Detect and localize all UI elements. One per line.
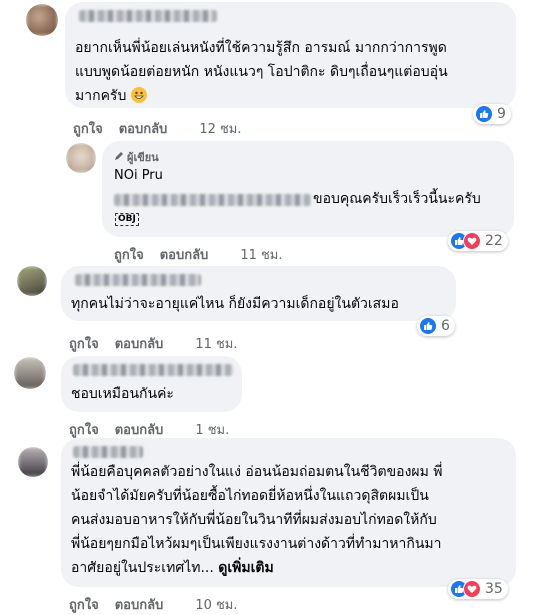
reaction-count: 9 — [497, 106, 506, 122]
pencil-icon — [114, 151, 124, 164]
comment-text: ชอบเหมือนกันค่ะ — [71, 386, 174, 402]
comment-text-line: มากครับ — [75, 88, 127, 104]
reply-button[interactable]: ตอบกลับ — [115, 333, 164, 354]
comment-text-line: พี่น้อยๆยกมือไหว้ผมๆเป็นเพียงแรงงานต่างด… — [71, 536, 442, 552]
comment-actions: ถูกใจ ตอบกลับ 11 ชม. — [114, 244, 299, 265]
object-tag: OBJ — [115, 213, 139, 226]
comment-text-line: อาศัยอยู่ในประเทศไท... ดูเพิ่มเติม — [71, 556, 274, 580]
like-button[interactable]: ถูกใจ — [69, 419, 99, 440]
reply-text: ขอบคุณครับเร็วเร็วนี้นะครับ — [313, 191, 481, 207]
avatar[interactable] — [18, 447, 48, 477]
see-more-link[interactable]: ดูเพิ่มเติม — [218, 560, 273, 576]
comment-time[interactable]: 11 ชม. — [195, 333, 237, 354]
author-avatar[interactable] — [66, 143, 96, 173]
commenter-name[interactable] — [75, 274, 201, 286]
thumbs-up-icon — [419, 317, 437, 335]
comment-actions: ถูกใจ ตอบกลับ 10 ชม. — [69, 594, 254, 615]
reply-button[interactable]: ตอบกลับ — [119, 118, 168, 139]
reaction-summary[interactable]: 9 — [473, 104, 511, 124]
thumbs-up-icon — [475, 105, 493, 123]
comment-text-line: แบบพูดน้อยต่อยหนัก หนังแนวๆ โอปาติกะ ดิบ… — [75, 64, 448, 80]
comment-actions: ถูกใจ ตอบกลับ 12 ชม. — [73, 118, 258, 139]
mentioned-name[interactable] — [114, 194, 311, 206]
reaction-summary[interactable]: 35 — [448, 579, 508, 599]
comment-text: ทุกคนไม่ว่าจะอายุแค่ไหน ก็ยังมีความเด็กอ… — [71, 296, 399, 312]
like-button[interactable]: ถูกใจ — [69, 594, 99, 615]
commenter-name[interactable] — [73, 364, 233, 376]
heart-icon — [463, 232, 481, 250]
reply-button[interactable]: ตอบกลับ — [160, 244, 209, 265]
like-button[interactable]: ถูกใจ — [114, 244, 144, 265]
commenter-name[interactable] — [73, 446, 143, 458]
comment-text-line: อยากเห็นพี่น้อยเล่นหนังที่ใช้ความรู้สึก … — [75, 40, 447, 56]
comment-time[interactable]: 11 ชม. — [240, 244, 282, 265]
comment-text-line: อาศัยอยู่ในประเทศไท... — [71, 560, 214, 576]
comment-time[interactable]: 12 ชม. — [199, 118, 241, 139]
reaction-summary[interactable]: 22 — [448, 231, 508, 251]
reaction-summary[interactable]: 6 — [417, 316, 455, 336]
comment-actions: ถูกใจ ตอบกลับ 11 ชม. — [69, 333, 254, 354]
heart-icon — [463, 580, 481, 598]
avatar[interactable] — [14, 357, 46, 389]
commenter-name[interactable] — [79, 10, 217, 22]
comment-text-line: มากครับ — [75, 84, 147, 108]
reply-button[interactable]: ตอบกลับ — [115, 594, 164, 615]
grinning-face-icon — [130, 87, 147, 103]
like-button[interactable]: ถูกใจ — [69, 333, 99, 354]
like-button[interactable]: ถูกใจ — [73, 118, 103, 139]
reaction-count: 22 — [485, 233, 503, 249]
reaction-count: 6 — [441, 318, 450, 334]
avatar[interactable] — [26, 4, 58, 36]
comment-actions: ถูกใจ ตอบกลับ 1 ชม. — [69, 419, 245, 440]
comment-text-line: พี่น้อยคือบุคคลตัวอย่างในแง่ อ่อนน้อมถ่อ… — [71, 464, 443, 480]
comment-text-line: น้อยจำได้มัยครับที่น้อยซื้อไก่ทอดยี่ห้อห… — [71, 488, 429, 504]
avatar[interactable] — [17, 266, 47, 296]
author-name[interactable]: NOi Pru — [114, 164, 163, 188]
comment-text-line: คนส่งมอบอาหารให้กับพี่น้อยในวินาทีที่ผมส… — [71, 512, 437, 528]
reaction-count: 35 — [485, 581, 503, 597]
comment-time[interactable]: 1 ชม. — [195, 419, 229, 440]
reply-button[interactable]: ตอบกลับ — [115, 419, 164, 440]
comment-time[interactable]: 10 ชม. — [195, 594, 237, 615]
